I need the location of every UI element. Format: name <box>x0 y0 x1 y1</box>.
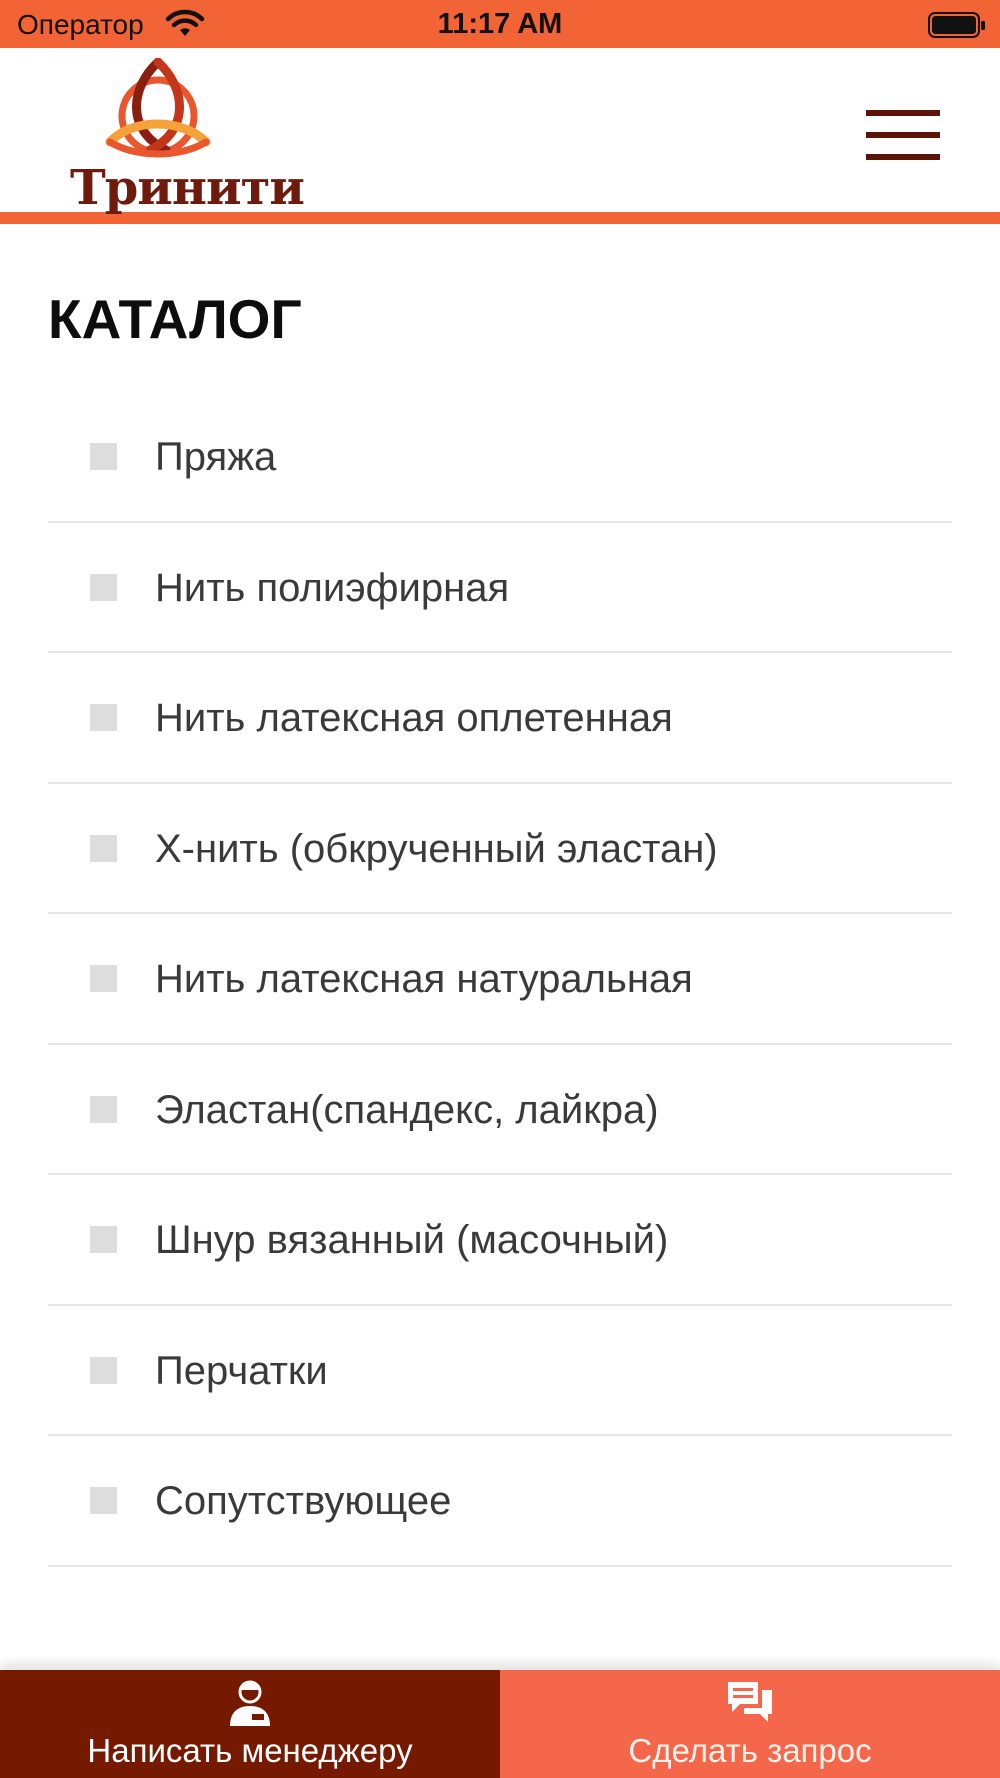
catalog-item-label: Сопутствующее <box>155 1479 452 1523</box>
bullet-icon <box>90 965 117 992</box>
trinity-logo[interactable]: Тринити <box>70 58 305 216</box>
catalog-item-covered-latex-thread[interactable]: Нить латексная оплетенная <box>48 653 952 784</box>
bullet-icon <box>90 1226 117 1253</box>
status-bar: Оператор 11:17 AM <box>0 0 1000 48</box>
clock: 11:17 AM <box>437 8 563 40</box>
catalog-item-gloves[interactable]: Перчатки <box>48 1306 952 1436</box>
catalog-item-polyester-thread[interactable]: Нить полиэфирная <box>48 523 952 653</box>
make-request-button[interactable]: Сделать запрос <box>500 1670 1000 1778</box>
bullet-icon <box>90 443 117 470</box>
catalog-item-label: Шнур вязанный (масочный) <box>155 1218 669 1262</box>
catalog-item-knitted-cord[interactable]: Шнур вязанный (масочный) <box>48 1175 952 1306</box>
catalog-item-label: Х-нить (обкрученный эластан) <box>155 826 718 871</box>
app-header: Тринити <box>0 48 1000 224</box>
bullet-icon <box>90 1487 117 1514</box>
catalog-item-label: Нить латексная оплетенная <box>155 696 673 740</box>
page-title: КАТАЛОГ <box>48 288 302 350</box>
bullet-icon <box>90 1095 117 1123</box>
catalog-item-label: Нить латексная натуральная <box>155 957 693 1001</box>
write-manager-label: Написать менеджеру <box>87 1732 413 1769</box>
catalog-item-yarn[interactable]: Пряжа <box>48 392 952 523</box>
chat-icon <box>728 1682 772 1722</box>
bottom-action-bar: Написать менеджеру Сделать запрос <box>0 1670 1000 1778</box>
trinity-knot-icon <box>105 58 211 158</box>
catalog-item-label: Пряжа <box>155 435 277 479</box>
bullet-icon <box>90 573 117 601</box>
battery-icon <box>928 12 985 38</box>
manager-icon <box>230 1680 270 1726</box>
app-screen: Оператор 11:17 AM Тринити КАТАЛОГ Пряжа … <box>0 0 1000 1778</box>
catalog-item-label: Нить полиэфирная <box>155 565 510 610</box>
catalog-item-x-thread[interactable]: Х-нить (обкрученный эластан) <box>48 784 952 914</box>
hamburger-icon[interactable] <box>866 110 940 162</box>
logo-wordmark: Тринити <box>70 160 305 216</box>
catalog-item-accessories[interactable]: Сопутствующее <box>48 1436 952 1567</box>
write-manager-button[interactable]: Написать менеджеру <box>0 1670 500 1778</box>
bullet-icon <box>90 834 117 862</box>
catalog-list: Пряжа Нить полиэфирная Нить латексная оп… <box>48 392 952 1567</box>
catalog-item-label: Перчатки <box>155 1348 328 1393</box>
catalog-item-elastane[interactable]: Эластан(спандекс, лайкра) <box>48 1045 952 1175</box>
bullet-icon <box>90 704 117 731</box>
catalog-item-label: Эластан(спандекс, лайкра) <box>155 1087 659 1132</box>
make-request-label: Сделать запрос <box>628 1732 872 1769</box>
bullet-icon <box>90 1356 117 1384</box>
catalog-item-natural-latex-thread[interactable]: Нить латексная натуральная <box>48 914 952 1045</box>
